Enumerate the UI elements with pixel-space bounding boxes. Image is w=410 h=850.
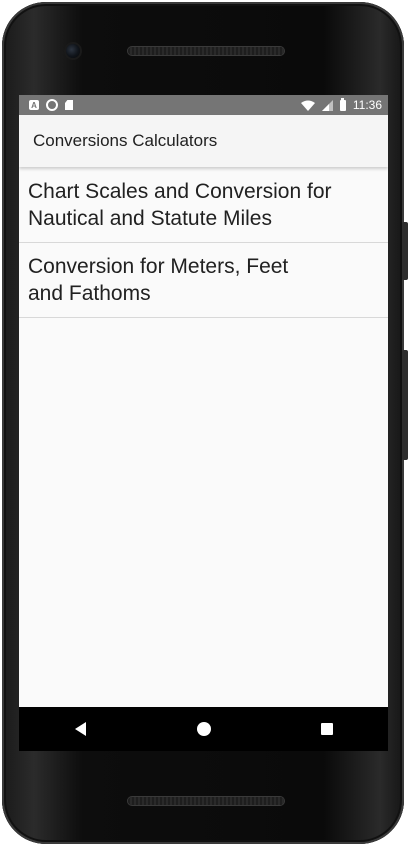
- page-title: Conversions Calculators: [33, 131, 218, 150]
- app-a-icon: A: [29, 100, 39, 110]
- volume-rocker[interactable]: [402, 350, 408, 460]
- home-icon: [196, 722, 211, 736]
- navigation-bar: [19, 707, 388, 751]
- wifi-icon: [300, 100, 315, 111]
- home-button[interactable]: [182, 707, 226, 751]
- recents-icon: [320, 723, 333, 735]
- battery-icon: [339, 97, 346, 111]
- bottom-speaker-grille: [128, 797, 284, 805]
- front-camera: [66, 44, 80, 58]
- app-bar: Conversions Calculators: [19, 115, 388, 167]
- cell-signal-icon: [321, 99, 333, 111]
- back-button[interactable]: [59, 707, 103, 751]
- calculator-list: Chart Scales and Conversion for Nautical…: [19, 167, 388, 318]
- list-item-chart-scales-nautical-statute-miles[interactable]: Chart Scales and Conversion for Nautical…: [19, 167, 388, 243]
- status-time: 11:36: [352, 98, 382, 112]
- list-item-meters-feet-fathoms[interactable]: Conversion for Meters, Feet and Fathoms: [19, 243, 388, 318]
- status-right-icons: 11:36: [300, 97, 382, 112]
- status-bar: A 11:36: [19, 95, 388, 115]
- top-speaker-grille: [128, 47, 284, 55]
- recents-button[interactable]: [305, 707, 349, 751]
- circle-icon: [46, 99, 58, 111]
- sd-card-icon: [65, 100, 73, 110]
- app-screen: A 11:36 Conversions Calculators Chart Sc…: [19, 95, 388, 707]
- back-icon: [75, 722, 86, 736]
- power-button[interactable]: [402, 222, 408, 280]
- status-left-icons: A: [29, 99, 73, 111]
